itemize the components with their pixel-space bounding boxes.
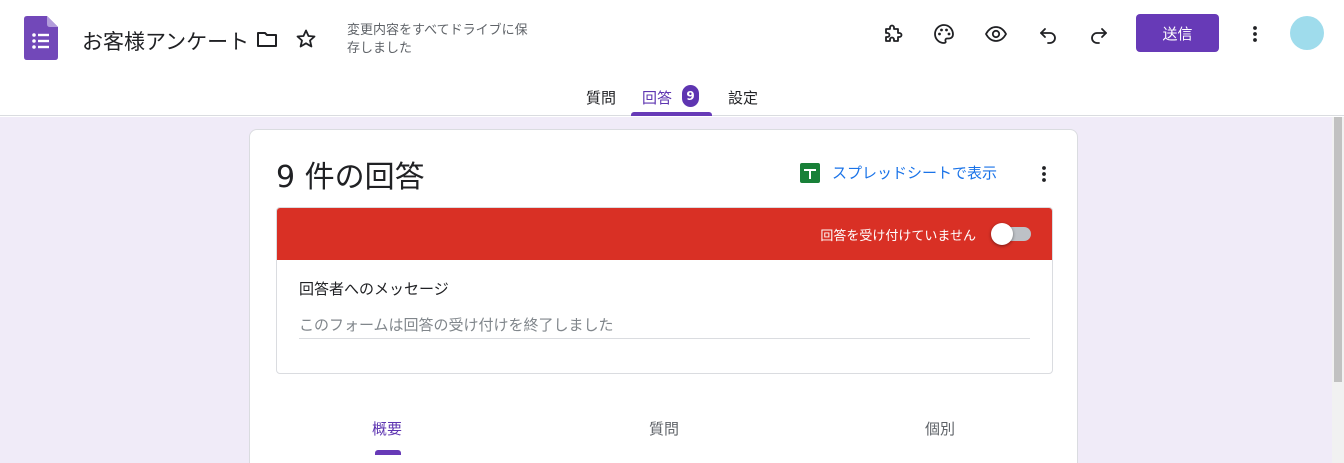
respondent-message-input[interactable] bbox=[299, 311, 1030, 339]
response-count-title: 9 件の回答 bbox=[276, 160, 425, 195]
active-subtab-indicator bbox=[375, 450, 401, 455]
subtab-question[interactable]: 質問 bbox=[649, 418, 679, 439]
forms-logo[interactable] bbox=[24, 16, 58, 60]
subtab-summary[interactable]: 概要 bbox=[372, 418, 402, 439]
sheets-link-label: スプレッドシートで表示 bbox=[832, 164, 998, 182]
avatar[interactable] bbox=[1290, 16, 1324, 50]
sheets-icon bbox=[800, 162, 820, 183]
not-accepting-banner: 回答を受け付けていません bbox=[277, 208, 1052, 260]
save-status: 変更内容をすべてドライブに保存しました bbox=[347, 23, 528, 56]
respondent-message-label: 回答者へのメッセージ bbox=[299, 280, 449, 298]
view-in-sheets-link[interactable]: スプレッドシートで表示 bbox=[800, 162, 997, 183]
accepting-responses-panel: 回答を受け付けていません 回答者へのメッセージ bbox=[276, 207, 1053, 374]
accepting-responses-toggle[interactable] bbox=[991, 223, 1031, 245]
tab-settings[interactable]: 設定 bbox=[728, 82, 758, 116]
star-icon[interactable] bbox=[288, 21, 324, 57]
tab-responses[interactable]: 回答 9 bbox=[642, 82, 700, 116]
tab-questions[interactable]: 質問 bbox=[586, 82, 616, 116]
undo-icon[interactable] bbox=[1030, 16, 1066, 52]
tab-label: 設定 bbox=[728, 89, 759, 107]
subtab-individual[interactable]: 個別 bbox=[925, 418, 955, 439]
addon-icon[interactable] bbox=[875, 16, 911, 52]
send-button[interactable]: 送信 bbox=[1136, 14, 1219, 52]
forms-page: お客様アンケート 変更内容をすべてドライブに保存しました 送信 質問 回答 9 … bbox=[0, 0, 1344, 463]
redo-icon[interactable] bbox=[1081, 16, 1117, 52]
page-scrollbar[interactable] bbox=[1332, 117, 1344, 463]
more-vert-icon[interactable] bbox=[1237, 16, 1273, 52]
form-title[interactable]: お客様アンケート bbox=[82, 26, 249, 56]
folder-icon[interactable] bbox=[249, 21, 285, 57]
scrollbar-thumb[interactable] bbox=[1334, 117, 1342, 382]
accepting-status-label: 回答を受け付けていません bbox=[820, 229, 976, 244]
more-vert-icon[interactable] bbox=[1030, 160, 1058, 188]
response-count-badge: 9 bbox=[682, 85, 700, 107]
tab-label: 回答 bbox=[642, 89, 673, 107]
main-tabs: 質問 回答 9 設定 bbox=[0, 82, 1344, 116]
preview-eye-icon[interactable] bbox=[978, 16, 1014, 52]
tab-label: 質問 bbox=[586, 89, 617, 107]
palette-icon[interactable] bbox=[926, 16, 962, 52]
active-tab-indicator bbox=[631, 112, 712, 116]
top-header: お客様アンケート 変更内容をすべてドライブに保存しました 送信 質問 回答 9 … bbox=[0, 0, 1344, 116]
toggle-knob bbox=[991, 223, 1013, 245]
responses-card: 9 件の回答 スプレッドシートで表示 回答を受け付けていません 回答者へのメッセ… bbox=[249, 129, 1078, 463]
